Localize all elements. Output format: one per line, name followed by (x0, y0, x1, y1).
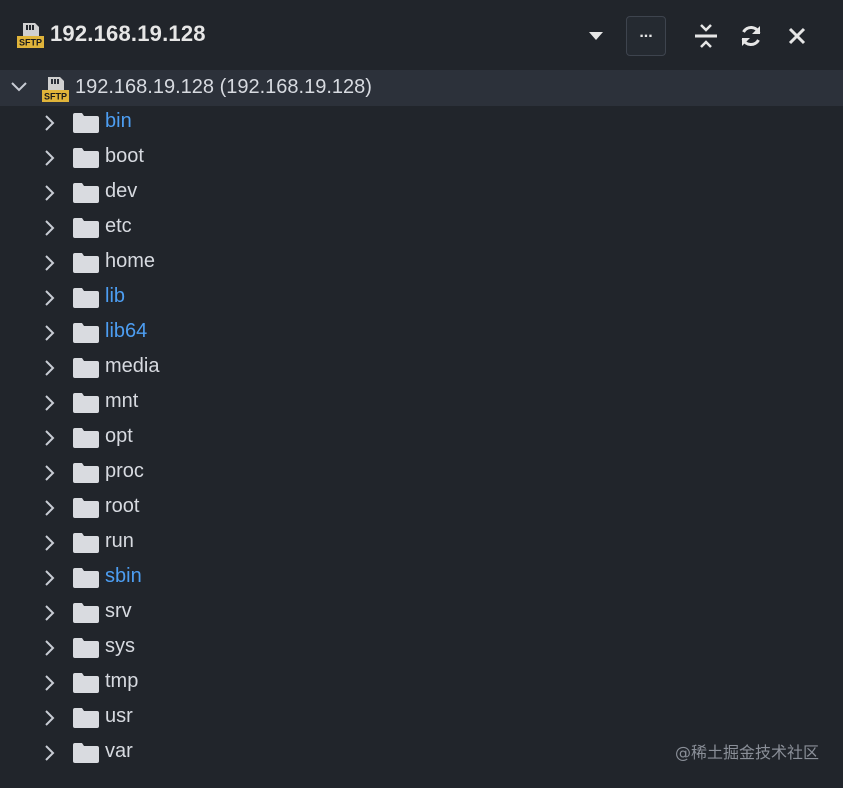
tree-root-item[interactable]: SFTP 192.168.19.128 (192.168.19.128) (0, 70, 843, 106)
more-actions-button[interactable]: ... (626, 16, 666, 56)
chevron-right-icon[interactable] (42, 569, 56, 592)
collapse-all-button[interactable] (690, 16, 722, 56)
tree-item-proc[interactable]: proc (0, 455, 843, 490)
folder-icon (73, 603, 99, 628)
tree-item-etc[interactable]: etc (0, 210, 843, 245)
tree-item-bin[interactable]: bin (0, 105, 843, 140)
tree-item-label: boot (105, 145, 144, 167)
close-icon (788, 27, 806, 45)
tree-item-dev[interactable]: dev (0, 175, 843, 210)
tree-item-label: home (105, 250, 156, 272)
refresh-icon (741, 25, 761, 47)
folder-icon (73, 288, 99, 313)
tree-item-label: root (105, 495, 140, 517)
tree-item-usr[interactable]: usr (0, 700, 843, 735)
tree-item-label: lib (105, 285, 126, 307)
tree-item-label: usr (105, 705, 133, 727)
folder-icon (73, 183, 99, 208)
folder-icon (73, 498, 99, 523)
tree-item-label: opt (105, 425, 133, 447)
chevron-right-icon[interactable] (42, 604, 56, 627)
tree-item-home[interactable]: home (0, 245, 843, 280)
chevron-right-icon[interactable] (42, 639, 56, 662)
watermark: @稀土掘金技术社区 (674, 743, 819, 762)
tree-item-label: proc (105, 460, 144, 482)
chevron-right-icon[interactable] (42, 394, 56, 417)
tree-item-label: mnt (105, 390, 139, 412)
tree-item-srv[interactable]: srv (0, 595, 843, 630)
sftp-badge-text: SFTP (19, 38, 42, 48)
chevron-right-icon[interactable] (42, 534, 56, 557)
chevron-right-icon[interactable] (42, 464, 56, 487)
tree-item-root[interactable]: root (0, 490, 843, 525)
tree-item-boot[interactable]: boot (0, 140, 843, 175)
tree-item-label: dev (105, 180, 138, 202)
chevron-right-icon[interactable] (42, 674, 56, 697)
chevron-down-icon[interactable] (10, 80, 28, 99)
folder-icon (73, 463, 99, 488)
chevron-right-icon[interactable] (42, 499, 56, 522)
tree-item-label: media (105, 355, 160, 377)
tree-item-tmp[interactable]: tmp (0, 665, 843, 700)
tree-root-label: 192.168.19.128 (192.168.19.128) (75, 76, 372, 98)
chevron-right-icon[interactable] (42, 744, 56, 767)
folder-icon (73, 673, 99, 698)
tree-item-label: tmp (105, 670, 139, 692)
tree-item-lib[interactable]: lib (0, 280, 843, 315)
sftp-icon: SFTP (42, 76, 69, 102)
chevron-right-icon[interactable] (42, 359, 56, 382)
tree-item-label: var (105, 740, 133, 762)
tree-item-label: run (105, 530, 134, 552)
sftp-explorer-panel: SFTP 192.168.19.128 ... SFTP 192.168.19.… (0, 0, 843, 788)
tree-item-label: sbin (105, 565, 142, 587)
folder-icon (73, 638, 99, 663)
folder-icon (73, 148, 99, 173)
refresh-button[interactable] (735, 16, 767, 56)
caret-down-icon (589, 32, 603, 40)
sftp-badge-text: SFTP (44, 92, 67, 102)
chevron-right-icon[interactable] (42, 254, 56, 277)
chevron-right-icon[interactable] (42, 184, 56, 207)
tree-item-lib64[interactable]: lib64 (0, 315, 843, 350)
chevron-right-icon[interactable] (42, 289, 56, 312)
folder-icon (73, 743, 99, 768)
folder-icon (73, 113, 99, 138)
tree-item-opt[interactable]: opt (0, 420, 843, 455)
chevron-right-icon[interactable] (42, 324, 56, 347)
chevron-right-icon[interactable] (42, 219, 56, 242)
connection-title: 192.168.19.128 (50, 21, 206, 46)
folder-icon (73, 428, 99, 453)
tree-item-label: srv (105, 600, 132, 622)
folder-icon (73, 358, 99, 383)
chevron-right-icon[interactable] (42, 709, 56, 732)
collapse-all-icon (695, 24, 717, 48)
close-button[interactable] (782, 16, 812, 56)
tree-item-label: lib64 (105, 320, 148, 342)
tree-item-sbin[interactable]: sbin (0, 560, 843, 595)
folder-icon (73, 253, 99, 278)
folder-icon (73, 218, 99, 243)
folder-icon (73, 393, 99, 418)
panel-header: SFTP 192.168.19.128 ... (0, 0, 843, 68)
sftp-icon: SFTP (17, 22, 44, 48)
tree-item-label: bin (105, 110, 132, 132)
chevron-right-icon[interactable] (42, 149, 56, 172)
folder-icon (73, 323, 99, 348)
folder-icon (73, 568, 99, 593)
folder-icon (73, 533, 99, 558)
chevron-right-icon[interactable] (42, 429, 56, 452)
dropdown-button[interactable] (582, 16, 610, 56)
tree-item-run[interactable]: run (0, 525, 843, 560)
tree-item-label: sys (105, 635, 135, 657)
tree-item-mnt[interactable]: mnt (0, 385, 843, 420)
tree-item-label: etc (105, 215, 132, 237)
chevron-right-icon[interactable] (42, 114, 56, 137)
tree-item-sys[interactable]: sys (0, 630, 843, 665)
folder-icon (73, 708, 99, 733)
tree-item-media[interactable]: media (0, 350, 843, 385)
